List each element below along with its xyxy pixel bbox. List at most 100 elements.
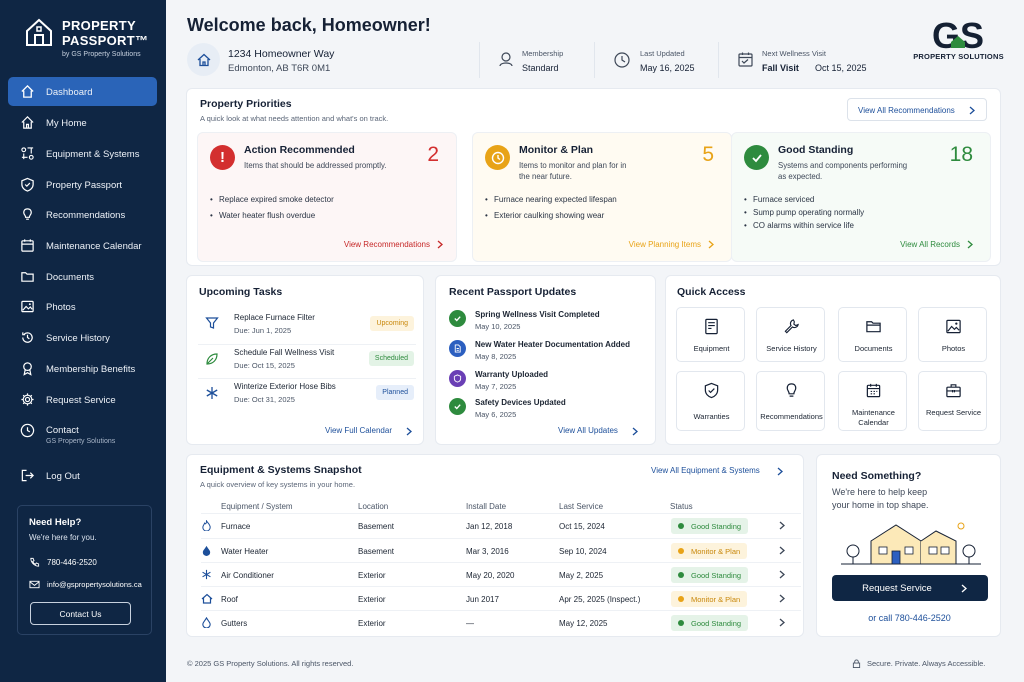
table-row[interactable]: Roof Exterior Jun 2017 Apr 25, 2025 (Ins… xyxy=(201,586,801,610)
cell-install: Jan 12, 2018 xyxy=(466,522,513,531)
task-name: Replace Furnace Filter xyxy=(234,313,315,322)
quick-request-service-button[interactable]: Request Service xyxy=(918,371,987,431)
quick-label: Photos xyxy=(941,344,966,353)
box-bullet: Sump pump operating normally xyxy=(744,208,864,217)
document-icon xyxy=(449,340,466,357)
cell-location: Exterior xyxy=(358,619,386,628)
view-all-records-link[interactable]: View All Records xyxy=(900,240,960,249)
nav-label: My Home xyxy=(46,118,87,129)
help-phone[interactable]: 780-446-2520 xyxy=(29,557,97,568)
nav-request-service[interactable]: Request Service xyxy=(8,385,157,414)
property-passport-logo[interactable]: PROPERTY PASSPORT™ by GS Property Solutio… xyxy=(24,16,159,64)
cell-install: Jun 2017 xyxy=(466,595,499,604)
snowflake-icon xyxy=(206,387,218,399)
view-recommendations-link[interactable]: View Recommendations xyxy=(344,240,430,249)
quick-warranties-button[interactable]: Warranties xyxy=(676,371,745,431)
nav-service-history[interactable]: Service History xyxy=(8,323,157,352)
table-row[interactable]: Gutters Exterior — May 12, 2025 Good Sta… xyxy=(201,610,801,634)
nav-membership-benefits[interactable]: Membership Benefits xyxy=(8,354,157,383)
task-item[interactable]: Schedule Fall Wellness Visit Due: Oct 15… xyxy=(198,344,416,374)
property-priorities-card: Property Priorities A quick look at what… xyxy=(186,88,1001,266)
task-item[interactable]: Replace Furnace Filter Due: Jun 1, 2025 … xyxy=(198,310,416,340)
nav-log-out[interactable]: Log Out xyxy=(8,461,157,490)
need-text-line2: your home in top shape. xyxy=(832,500,929,510)
nav-documents[interactable]: Documents xyxy=(8,262,157,291)
update-item[interactable]: New Water Heater Documentation Added May… xyxy=(448,339,658,366)
box-title: Good Standing xyxy=(778,144,854,156)
nav-maintenance-calendar[interactable]: Maintenance Calendar xyxy=(8,231,157,260)
cell-location: Basement xyxy=(358,547,395,556)
table-row[interactable]: Air Conditioner Exterior May 20, 2020 Ma… xyxy=(201,562,801,586)
cell-location: Basement xyxy=(358,522,395,531)
quick-documents-button[interactable]: Documents xyxy=(838,307,907,362)
nav-equipment-systems[interactable]: Equipment & Systems xyxy=(8,139,157,168)
quick-photos-button[interactable]: Photos xyxy=(918,307,987,362)
box-description: Items to monitor and plan for in the nea… xyxy=(519,161,627,181)
visit-label: Next Wellness Visit xyxy=(762,49,826,58)
table-row[interactable]: Water Heater Basement Mar 3, 2016 Sep 10… xyxy=(201,538,801,562)
need-something-card: Need Something? We're here to help keep … xyxy=(816,454,1001,637)
nav-label: Service History xyxy=(46,333,110,344)
task-name: Schedule Fall Wellness Visit xyxy=(234,348,335,357)
cell-service: Oct 15, 2024 xyxy=(559,522,605,531)
status-badge: Monitor & Plan xyxy=(671,591,748,607)
page-title: Welcome back, Homeowner! xyxy=(187,15,431,35)
action-recommended-box[interactable]: ! Action Recommended Items that should b… xyxy=(197,132,457,262)
view-all-recommendations-button[interactable]: View All Recommendations xyxy=(847,98,987,121)
monitor-plan-box[interactable]: Monitor & Plan Items to monitor and plan… xyxy=(472,132,732,262)
call-phone-link[interactable]: or call 780-446-2520 xyxy=(817,613,1002,623)
toolbox-icon xyxy=(946,384,961,398)
quick-recommendations-button[interactable]: Recommendations xyxy=(756,371,825,431)
box-bullet: Water heater flush overdue xyxy=(210,211,315,220)
gs-brand-logo[interactable]: GS PROPERTY SOLUTIONS xyxy=(911,14,1006,64)
quick-service-history-button[interactable]: Service History xyxy=(756,307,825,362)
equipment-title: Equipment & Systems Snapshot xyxy=(200,464,362,476)
view-full-calendar-link[interactable]: View Full Calendar xyxy=(325,426,392,435)
folder-icon xyxy=(866,321,881,333)
quick-label: Service History xyxy=(766,344,817,353)
box-title: Monitor & Plan xyxy=(519,144,594,156)
status-badge: Scheduled xyxy=(368,351,414,366)
task-item[interactable]: Winterize Exterior Hose Bibs Due: Oct 31… xyxy=(198,378,416,408)
nav-dashboard[interactable]: Dashboard xyxy=(8,77,157,106)
nav-label: Property Passport xyxy=(46,180,123,191)
update-item[interactable]: Spring Wellness Visit Completed May 10, … xyxy=(448,309,658,336)
quick-equipment-button[interactable]: Equipment xyxy=(676,307,745,362)
membership-badge-icon xyxy=(499,52,513,67)
status-badge: Planned xyxy=(376,385,414,400)
box-description: Systems and components performing as exp… xyxy=(778,161,908,181)
nav-property-passport[interactable]: Property Passport xyxy=(8,170,157,199)
task-due: Due: Jun 1, 2025 xyxy=(234,326,292,335)
update-item[interactable]: Warranty Uploaded May 7, 2025 xyxy=(448,369,658,396)
gear-icon xyxy=(21,393,34,406)
view-planning-items-link[interactable]: View Planning Items xyxy=(629,240,701,249)
house-illustration xyxy=(841,522,981,565)
good-standing-box[interactable]: Good Standing Systems and components per… xyxy=(731,132,991,262)
cell-service: May 2, 2025 xyxy=(559,571,604,580)
view-all-updates-link[interactable]: View All Updates xyxy=(558,426,618,435)
quick-maintenance-calendar-button[interactable]: Maintenance Calendar xyxy=(838,371,907,431)
update-date: May 7, 2025 xyxy=(475,382,517,391)
nav-contact[interactable]: Contact GS Property Solutions xyxy=(8,416,157,452)
chevron-right-icon xyxy=(969,106,975,115)
house-icon xyxy=(21,116,34,129)
chevron-right-icon xyxy=(406,427,412,436)
nav-label: Log Out xyxy=(46,471,80,482)
gs-logo-mark: GS xyxy=(932,15,984,52)
chevron-right-icon xyxy=(437,240,443,249)
address-line1: 1234 Homeowner Way xyxy=(228,48,335,60)
contact-us-button[interactable]: Contact Us xyxy=(30,602,131,625)
help-email[interactable]: info@gspropertysolutions.ca xyxy=(29,579,142,590)
chevron-right-icon xyxy=(967,240,973,249)
alert-icon: ! xyxy=(210,145,235,170)
nav-my-home[interactable]: My Home xyxy=(8,108,157,137)
view-all-equipment-link[interactable]: View All Equipment & Systems xyxy=(651,466,760,475)
cell-name: Roof xyxy=(221,595,238,604)
box-count: 18 xyxy=(949,143,973,166)
request-service-button[interactable]: Request Service xyxy=(832,575,988,601)
nav-recommendations[interactable]: Recommendations xyxy=(8,200,157,229)
table-row[interactable]: Furnace Basement Jan 12, 2018 Oct 15, 20… xyxy=(201,513,801,537)
update-item[interactable]: Safety Devices Updated May 6, 2025 xyxy=(448,397,658,424)
box-description: Items that should be addressed promptly. xyxy=(244,161,387,170)
nav-photos[interactable]: Photos xyxy=(8,292,157,321)
